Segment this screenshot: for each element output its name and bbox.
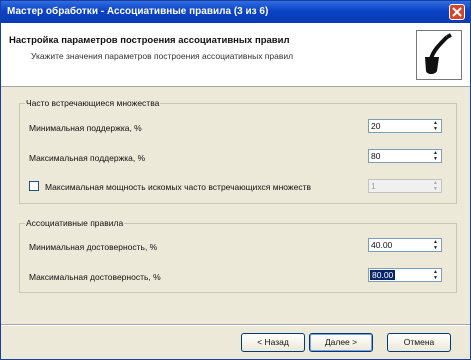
max-support-value: 80 <box>371 151 381 161</box>
next-button[interactable]: Далее > <box>309 333 373 352</box>
max-confidence-label: Максимальная достоверность, % <box>29 272 161 282</box>
page-title: Настройка параметров построения ассоциат… <box>9 35 290 46</box>
min-support-spinner[interactable]: 20 ▲ ▼ <box>368 119 442 133</box>
min-support-label: Минимальная поддержка, % <box>29 123 142 133</box>
max-confidence-spinner[interactable]: 80.00 ▲ ▼ <box>368 268 442 282</box>
close-icon <box>452 7 462 17</box>
min-confidence-label: Минимальная достоверность, % <box>29 242 158 252</box>
max-power-value: 1 <box>371 181 376 191</box>
assoc-rules-legend: Ассоциативные правила <box>25 218 125 228</box>
min-confidence-spinner[interactable]: 40.00 ▲ ▼ <box>368 238 442 252</box>
wizard-header: Настройка параметров построения ассоциат… <box>1 23 470 87</box>
max-support-label: Максимальная поддержка, % <box>29 153 146 163</box>
min-confidence-arrows[interactable]: ▲ ▼ <box>430 239 441 251</box>
max-support-arrows[interactable]: ▲ ▼ <box>430 150 441 162</box>
window-title: Мастер обработки - Ассоциативные правила… <box>7 6 269 17</box>
frequent-sets-legend: Часто встречающиеся множества <box>25 98 161 108</box>
assoc-rules-group: Ассоциативные правила <box>19 218 457 293</box>
max-confidence-value: 80.00 <box>370 270 396 280</box>
wizard-window: Мастер обработки - Ассоциативные правила… <box>0 0 471 360</box>
footer-divider <box>1 324 470 326</box>
max-power-label: Максимальная мощность искомых часто встр… <box>45 182 311 192</box>
min-support-value: 20 <box>371 121 381 131</box>
back-button[interactable]: < Назад <box>241 333 305 352</box>
cancel-button[interactable]: Отмена <box>387 333 451 352</box>
page-subtitle: Укажите значения параметров построения а… <box>31 51 294 61</box>
close-button[interactable] <box>449 4 465 20</box>
max-confidence-arrows[interactable]: ▲ ▼ <box>430 269 441 281</box>
min-confidence-value: 40.00 <box>371 240 393 250</box>
pipe-icon <box>416 30 462 80</box>
min-support-arrows[interactable]: ▲ ▼ <box>430 120 441 132</box>
max-power-spinner[interactable]: 1 ▲ ▼ <box>368 179 442 193</box>
title-bar[interactable]: Мастер обработки - Ассоциативные правила… <box>1 1 470 23</box>
max-power-checkbox[interactable] <box>29 181 39 191</box>
max-power-arrows[interactable]: ▲ ▼ <box>430 180 441 192</box>
max-support-spinner[interactable]: 80 ▲ ▼ <box>368 149 442 163</box>
